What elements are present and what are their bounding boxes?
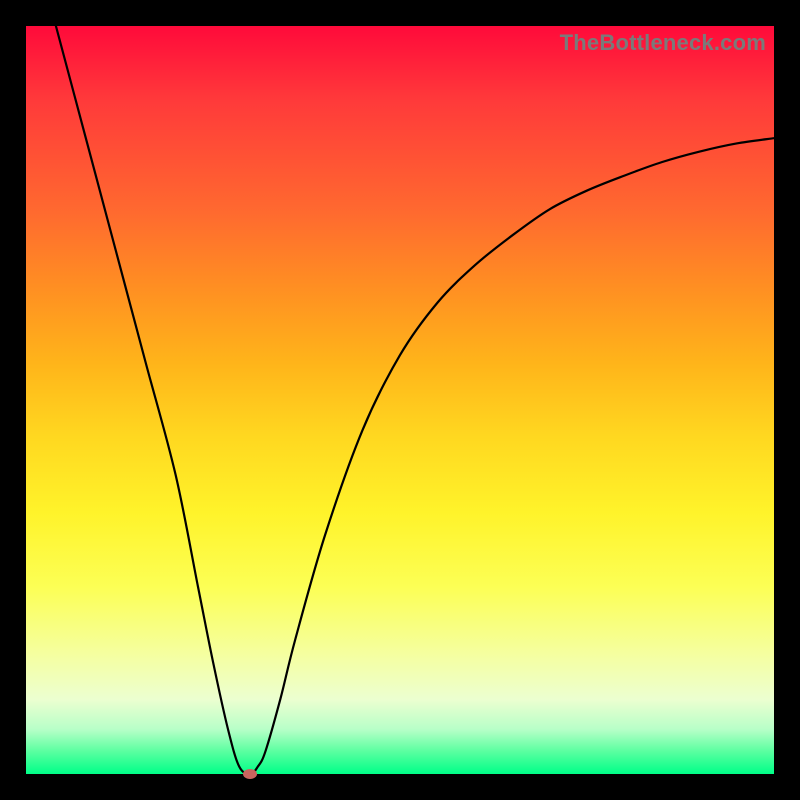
plot-area: TheBottleneck.com	[26, 26, 774, 774]
chart-frame: TheBottleneck.com	[0, 0, 800, 800]
curve-svg	[26, 26, 774, 774]
optimal-point-marker	[243, 769, 257, 779]
bottleneck-curve-path	[56, 26, 774, 774]
